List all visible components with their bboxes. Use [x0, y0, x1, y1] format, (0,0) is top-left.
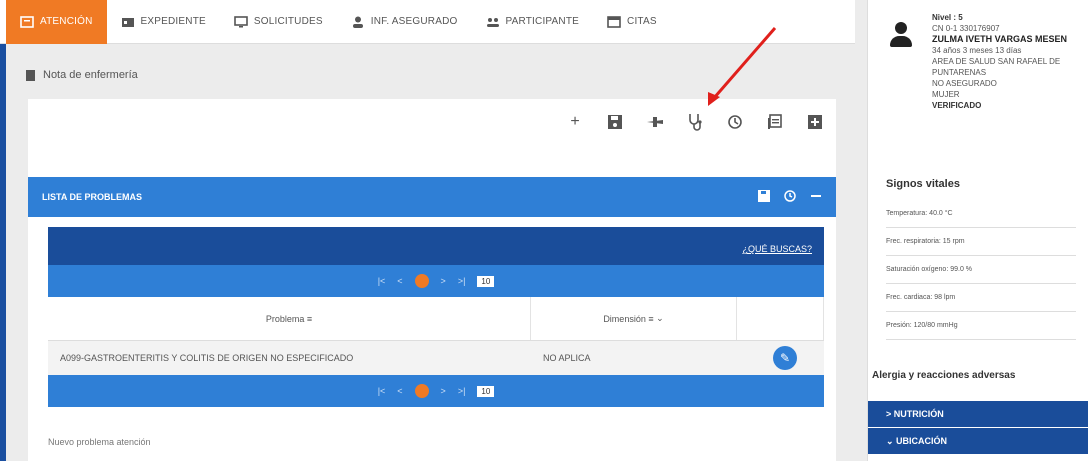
accordion-nutricion[interactable]: > NUTRICIÓN: [868, 401, 1088, 427]
tab-label: CITAS: [627, 16, 657, 27]
column-problema[interactable]: Problema ≡: [48, 297, 531, 340]
vital-item: Presión: 120/80 mmHg: [886, 312, 1076, 340]
plus-icon[interactable]: +: [566, 113, 584, 131]
cell-problema: A099-GASTROENTERITIS Y COLITIS DE ORIGEN…: [60, 353, 354, 363]
table-row: A099-GASTROENTERITIS Y COLITIS DE ORIGEN…: [48, 341, 824, 375]
vital-item: Frec. cardiaca: 98 lpm: [886, 284, 1076, 312]
patient-area: AREA DE SALUD SAN RAFAEL DE PUNTARENAS: [932, 57, 1061, 77]
history-icon[interactable]: [784, 189, 796, 205]
main-content: Nota de enfermería + LISTA DE PROBLEMAS …: [12, 44, 852, 461]
filter-icon[interactable]: ≡: [648, 314, 653, 324]
tab-citas[interactable]: CITAS: [593, 0, 671, 44]
filter-icon[interactable]: ≡: [307, 314, 312, 324]
avatar: [890, 22, 912, 52]
tab-participante[interactable]: PARTICIPANTE: [472, 0, 594, 44]
paginator-top: |< < > >| 10: [48, 265, 824, 297]
tab-expediente[interactable]: EXPEDIENTE: [107, 0, 220, 44]
clipboard-icon: [20, 15, 34, 28]
chevron-down-icon[interactable]: ⌄: [656, 313, 664, 324]
top-navigation: ATENCIÓN EXPEDIENTE SOLICITUDES INF. ASE…: [0, 0, 855, 44]
tab-label: SOLICITUDES: [253, 16, 323, 27]
save-icon[interactable]: [606, 113, 624, 131]
allergies-title: Alergia y reacciones adversas: [872, 370, 1016, 381]
next-page-icon[interactable]: >: [441, 386, 446, 396]
patient-sidebar: Nivel : 5 CN 0-1 330176907 ZULMA IVETH V…: [867, 0, 1088, 461]
tab-label: INF. ASEGURADO: [370, 16, 458, 27]
vital-item: Frec. respiratoria: 15 rpm: [886, 228, 1076, 256]
edit-icon[interactable]: ✎: [773, 346, 797, 370]
patient-insured: NO ASEGURADO: [932, 79, 997, 88]
history-icon[interactable]: [726, 113, 744, 131]
problems-header: LISTA DE PROBLEMAS: [28, 177, 836, 217]
page-size-select[interactable]: 10: [477, 385, 495, 397]
breadcrumb: Nota de enfermería: [26, 69, 138, 81]
action-toolbar: +: [566, 113, 824, 131]
tab-inf-asegurado[interactable]: INF. ASEGURADO: [337, 0, 472, 44]
save-icon[interactable]: [758, 189, 770, 205]
cell-dimension: NO APLICA: [543, 353, 591, 363]
page-size-select[interactable]: 10: [477, 275, 495, 287]
current-page[interactable]: [414, 274, 429, 288]
patient-level: Nivel : 5: [932, 13, 963, 22]
new-problem-label[interactable]: Nuevo problema atención: [48, 437, 151, 447]
document-icon: [26, 69, 35, 81]
patient-name: ZULMA IVETH VARGAS MESEN: [932, 34, 1068, 44]
accordion-ubicacion[interactable]: ⌄ UBICACIÓN: [868, 428, 1088, 454]
patient-card: Nivel : 5 CN 0-1 330176907 ZULMA IVETH V…: [868, 8, 1088, 158]
group-icon: [486, 16, 500, 28]
column-actions: [737, 297, 824, 340]
paginator-bottom: |< < > >| 10: [48, 375, 824, 407]
last-page-icon[interactable]: >|: [458, 386, 466, 396]
tab-label: PARTICIPANTE: [505, 16, 580, 27]
tab-label: EXPEDIENTE: [140, 16, 206, 27]
left-edge-bar: [0, 0, 6, 461]
patient-status: VERIFICADO: [932, 101, 982, 110]
vitals-list: Temperatura: 40.0 °C Frec. respiratoria:…: [886, 200, 1076, 340]
stethoscope-icon[interactable]: [686, 113, 704, 131]
prev-page-icon[interactable]: <: [397, 386, 402, 396]
column-dimension[interactable]: Dimensión ≡ ⌄: [531, 297, 737, 340]
first-page-icon[interactable]: |<: [378, 386, 386, 396]
list-icon[interactable]: [766, 113, 784, 131]
folder-icon: [121, 16, 135, 28]
vital-item: Temperatura: 40.0 °C: [886, 200, 1076, 228]
current-page[interactable]: [414, 384, 429, 398]
add-box-icon[interactable]: [806, 113, 824, 131]
monitor-icon: [234, 15, 248, 28]
patient-age: 34 años 3 meses 13 días: [932, 46, 1022, 55]
tab-solicitudes[interactable]: SOLICITUDES: [220, 0, 337, 44]
breadcrumb-label: Nota de enfermería: [43, 69, 138, 81]
calendar-icon: [607, 15, 621, 28]
patient-id: CN 0-1 330176907: [932, 24, 1000, 33]
problems-title: LISTA DE PROBLEMAS: [42, 192, 143, 202]
cell-actions: ✎: [737, 341, 824, 375]
last-page-icon[interactable]: >|: [458, 276, 466, 286]
collapse-icon[interactable]: [810, 189, 822, 205]
patient-gender: MUJER: [932, 90, 960, 99]
search-link[interactable]: ¿QUÉ BUSCAS?: [48, 227, 824, 265]
problems-panel: LISTA DE PROBLEMAS ¿QUÉ BUSCAS? |< < > >…: [28, 177, 836, 461]
next-page-icon[interactable]: >: [441, 276, 446, 286]
problems-table: ¿QUÉ BUSCAS? |< < > >| 10 Problema ≡ Dim…: [48, 227, 824, 407]
prev-page-icon[interactable]: <: [397, 276, 402, 286]
person-icon: [351, 16, 365, 28]
tab-label: ATENCIÓN: [40, 16, 93, 27]
plane-icon[interactable]: [646, 113, 664, 131]
table-header: Problema ≡ Dimensión ≡ ⌄: [48, 297, 824, 341]
first-page-icon[interactable]: |<: [378, 276, 386, 286]
patient-info: Nivel : 5 CN 0-1 330176907 ZULMA IVETH V…: [932, 12, 1082, 111]
vitals-title: Signos vitales: [886, 178, 960, 190]
tab-atencion[interactable]: ATENCIÓN: [6, 0, 107, 44]
toolbar-card: +: [28, 99, 836, 177]
vital-item: Saturación oxígeno: 99.0 %: [886, 256, 1076, 284]
